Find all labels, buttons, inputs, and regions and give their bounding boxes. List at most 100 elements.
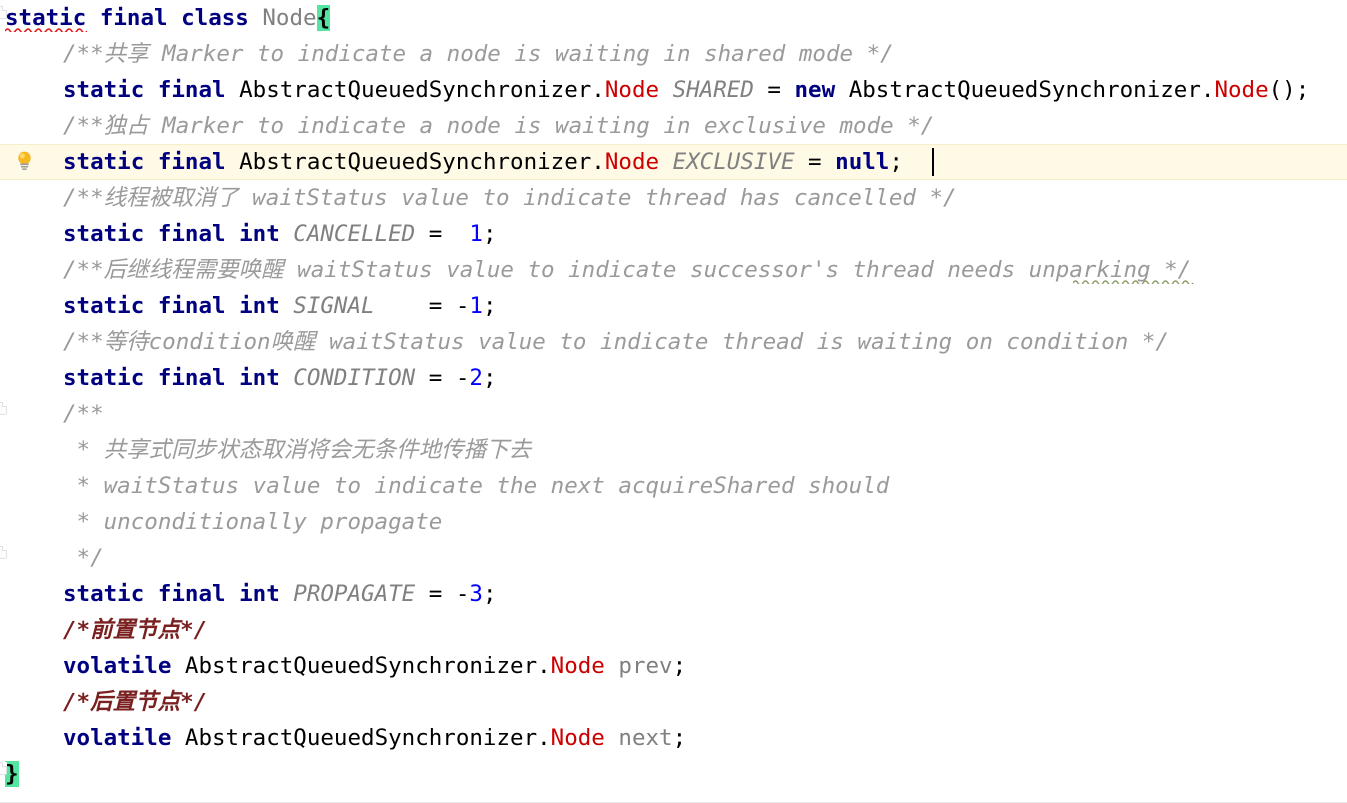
- code-line[interactable]: /**后继线程需要唤醒 waitStatus value to indicate…: [0, 252, 1347, 288]
- code-token: ;: [482, 365, 497, 391]
- code-token: static: [63, 581, 145, 607]
- code-line[interactable]: static final int PROPAGATE = -3;: [0, 576, 1347, 612]
- code-line[interactable]: static final int CONDITION = -2;: [0, 360, 1347, 396]
- code-token: SHARED: [672, 77, 754, 103]
- code-token: new: [794, 77, 836, 103]
- code-line[interactable]: /*后置节点*/: [0, 684, 1347, 720]
- code-line[interactable]: static final AbstractQueuedSynchronizer.…: [0, 144, 1347, 180]
- code-token: Node: [550, 653, 605, 679]
- code-token: static: [63, 221, 145, 247]
- code-token: /**等待condition唤醒 waitStatus value to ind…: [63, 329, 1169, 355]
- code-token: Node: [262, 5, 317, 31]
- code-token: final: [157, 293, 226, 319]
- code-token: static: [63, 149, 145, 175]
- code-token: prev: [618, 653, 673, 679]
- code-token: /**共享 Marker to indicate a node is waiti…: [63, 41, 894, 67]
- code-line-text: static final int CANCELLED = 1;: [63, 216, 497, 252]
- code-editor[interactable]: static final class Node{ /**共享 Marker to …: [0, 0, 1347, 803]
- code-line[interactable]: /**独占 Marker to indicate a node is waiti…: [0, 108, 1347, 144]
- code-token: AbstractQueuedSynchronizer.: [835, 77, 1215, 103]
- code-token: AbstractQueuedSynchronizer.: [239, 149, 605, 175]
- code-line[interactable]: /**共享 Marker to indicate a node is waiti…: [0, 36, 1347, 72]
- code-line[interactable]: /**: [0, 396, 1347, 432]
- code-line[interactable]: volatile AbstractQueuedSynchronizer.Node…: [0, 720, 1347, 756]
- code-line[interactable]: * unconditionally propagate: [0, 504, 1347, 540]
- code-line-text: static final int CONDITION = -2;: [63, 360, 497, 396]
- code-token: static: [5, 5, 87, 31]
- code-line-text: static final class Node{: [5, 0, 331, 36]
- code-token: }: [5, 761, 19, 787]
- code-token: final: [157, 77, 226, 103]
- code-token: ;: [482, 221, 497, 247]
- code-line[interactable]: /**线程被取消了 waitStatus value to indicate t…: [0, 180, 1347, 216]
- code-token: */: [63, 545, 104, 571]
- code-token: =: [794, 149, 836, 175]
- code-line[interactable]: }: [0, 756, 1347, 792]
- code-token: CANCELLED: [293, 221, 416, 247]
- code-token: 3: [469, 581, 483, 607]
- text-caret: [932, 148, 934, 176]
- code-line-text: static final int SIGNAL = -1;: [63, 288, 497, 324]
- code-line-text: /**等待condition唤醒 waitStatus value to ind…: [63, 324, 1169, 360]
- code-token: /**: [63, 401, 104, 427]
- code-token: =: [753, 77, 795, 103]
- code-token: static: [63, 365, 145, 391]
- code-token: Node: [604, 149, 660, 175]
- code-line-text: /**线程被取消了 waitStatus value to indicate t…: [63, 180, 957, 216]
- code-line[interactable]: /**等待condition唤醒 waitStatus value to ind…: [0, 324, 1347, 360]
- code-token: int: [239, 581, 280, 607]
- code-token: int: [239, 365, 280, 391]
- code-token: Node: [550, 725, 605, 751]
- code-token: * waitStatus value to indicate the next …: [63, 473, 890, 499]
- code-token: ();: [1268, 77, 1310, 103]
- code-line[interactable]: */: [0, 540, 1347, 576]
- code-line[interactable]: /*前置节点*/: [0, 612, 1347, 648]
- code-line[interactable]: static final AbstractQueuedSynchronizer.…: [0, 72, 1347, 108]
- code-token: int: [239, 293, 280, 319]
- code-line[interactable]: * 共享式同步状态取消将会无条件地传播下去: [0, 432, 1347, 468]
- code-token: /*后置节点*/: [63, 689, 208, 715]
- code-line-text: * waitStatus value to indicate the next …: [63, 468, 890, 504]
- code-line[interactable]: static final class Node{: [0, 0, 1347, 36]
- code-line[interactable]: static final int CANCELLED = 1;: [0, 216, 1347, 252]
- code-content[interactable]: static final class Node{ /**共享 Marker to …: [0, 0, 1347, 792]
- code-line-text: /**后继线程需要唤醒 waitStatus value to indicate…: [63, 252, 1191, 288]
- code-line-text: volatile AbstractQueuedSynchronizer.Node…: [63, 720, 686, 756]
- code-line-text: static final AbstractQueuedSynchronizer.…: [63, 144, 903, 180]
- code-line-text: }: [5, 756, 19, 792]
- code-line[interactable]: * waitStatus value to indicate the next …: [0, 468, 1347, 504]
- code-token: = -: [415, 365, 470, 391]
- code-token: CONDITION: [293, 365, 416, 391]
- code-token: volatile: [63, 725, 172, 751]
- code-token: AbstractQueuedSynchronizer.: [239, 77, 605, 103]
- code-token: volatile: [63, 653, 172, 679]
- code-token: {: [316, 5, 331, 31]
- code-token: Node: [1214, 77, 1269, 103]
- code-token: ;: [889, 149, 903, 175]
- code-token: = -: [374, 293, 470, 319]
- code-line[interactable]: static final int SIGNAL = -1;: [0, 288, 1347, 324]
- code-token: EXCLUSIVE: [672, 149, 795, 175]
- code-token: 1: [469, 221, 483, 247]
- code-token: AbstractQueuedSynchronizer.: [171, 725, 551, 751]
- code-line[interactable]: volatile AbstractQueuedSynchronizer.Node…: [0, 648, 1347, 684]
- code-token: SIGNAL: [293, 293, 375, 319]
- code-token: static: [63, 77, 145, 103]
- code-token: = -: [415, 581, 470, 607]
- code-token: 1: [469, 293, 483, 319]
- code-token: /**独占 Marker to indicate a node is waiti…: [63, 113, 935, 139]
